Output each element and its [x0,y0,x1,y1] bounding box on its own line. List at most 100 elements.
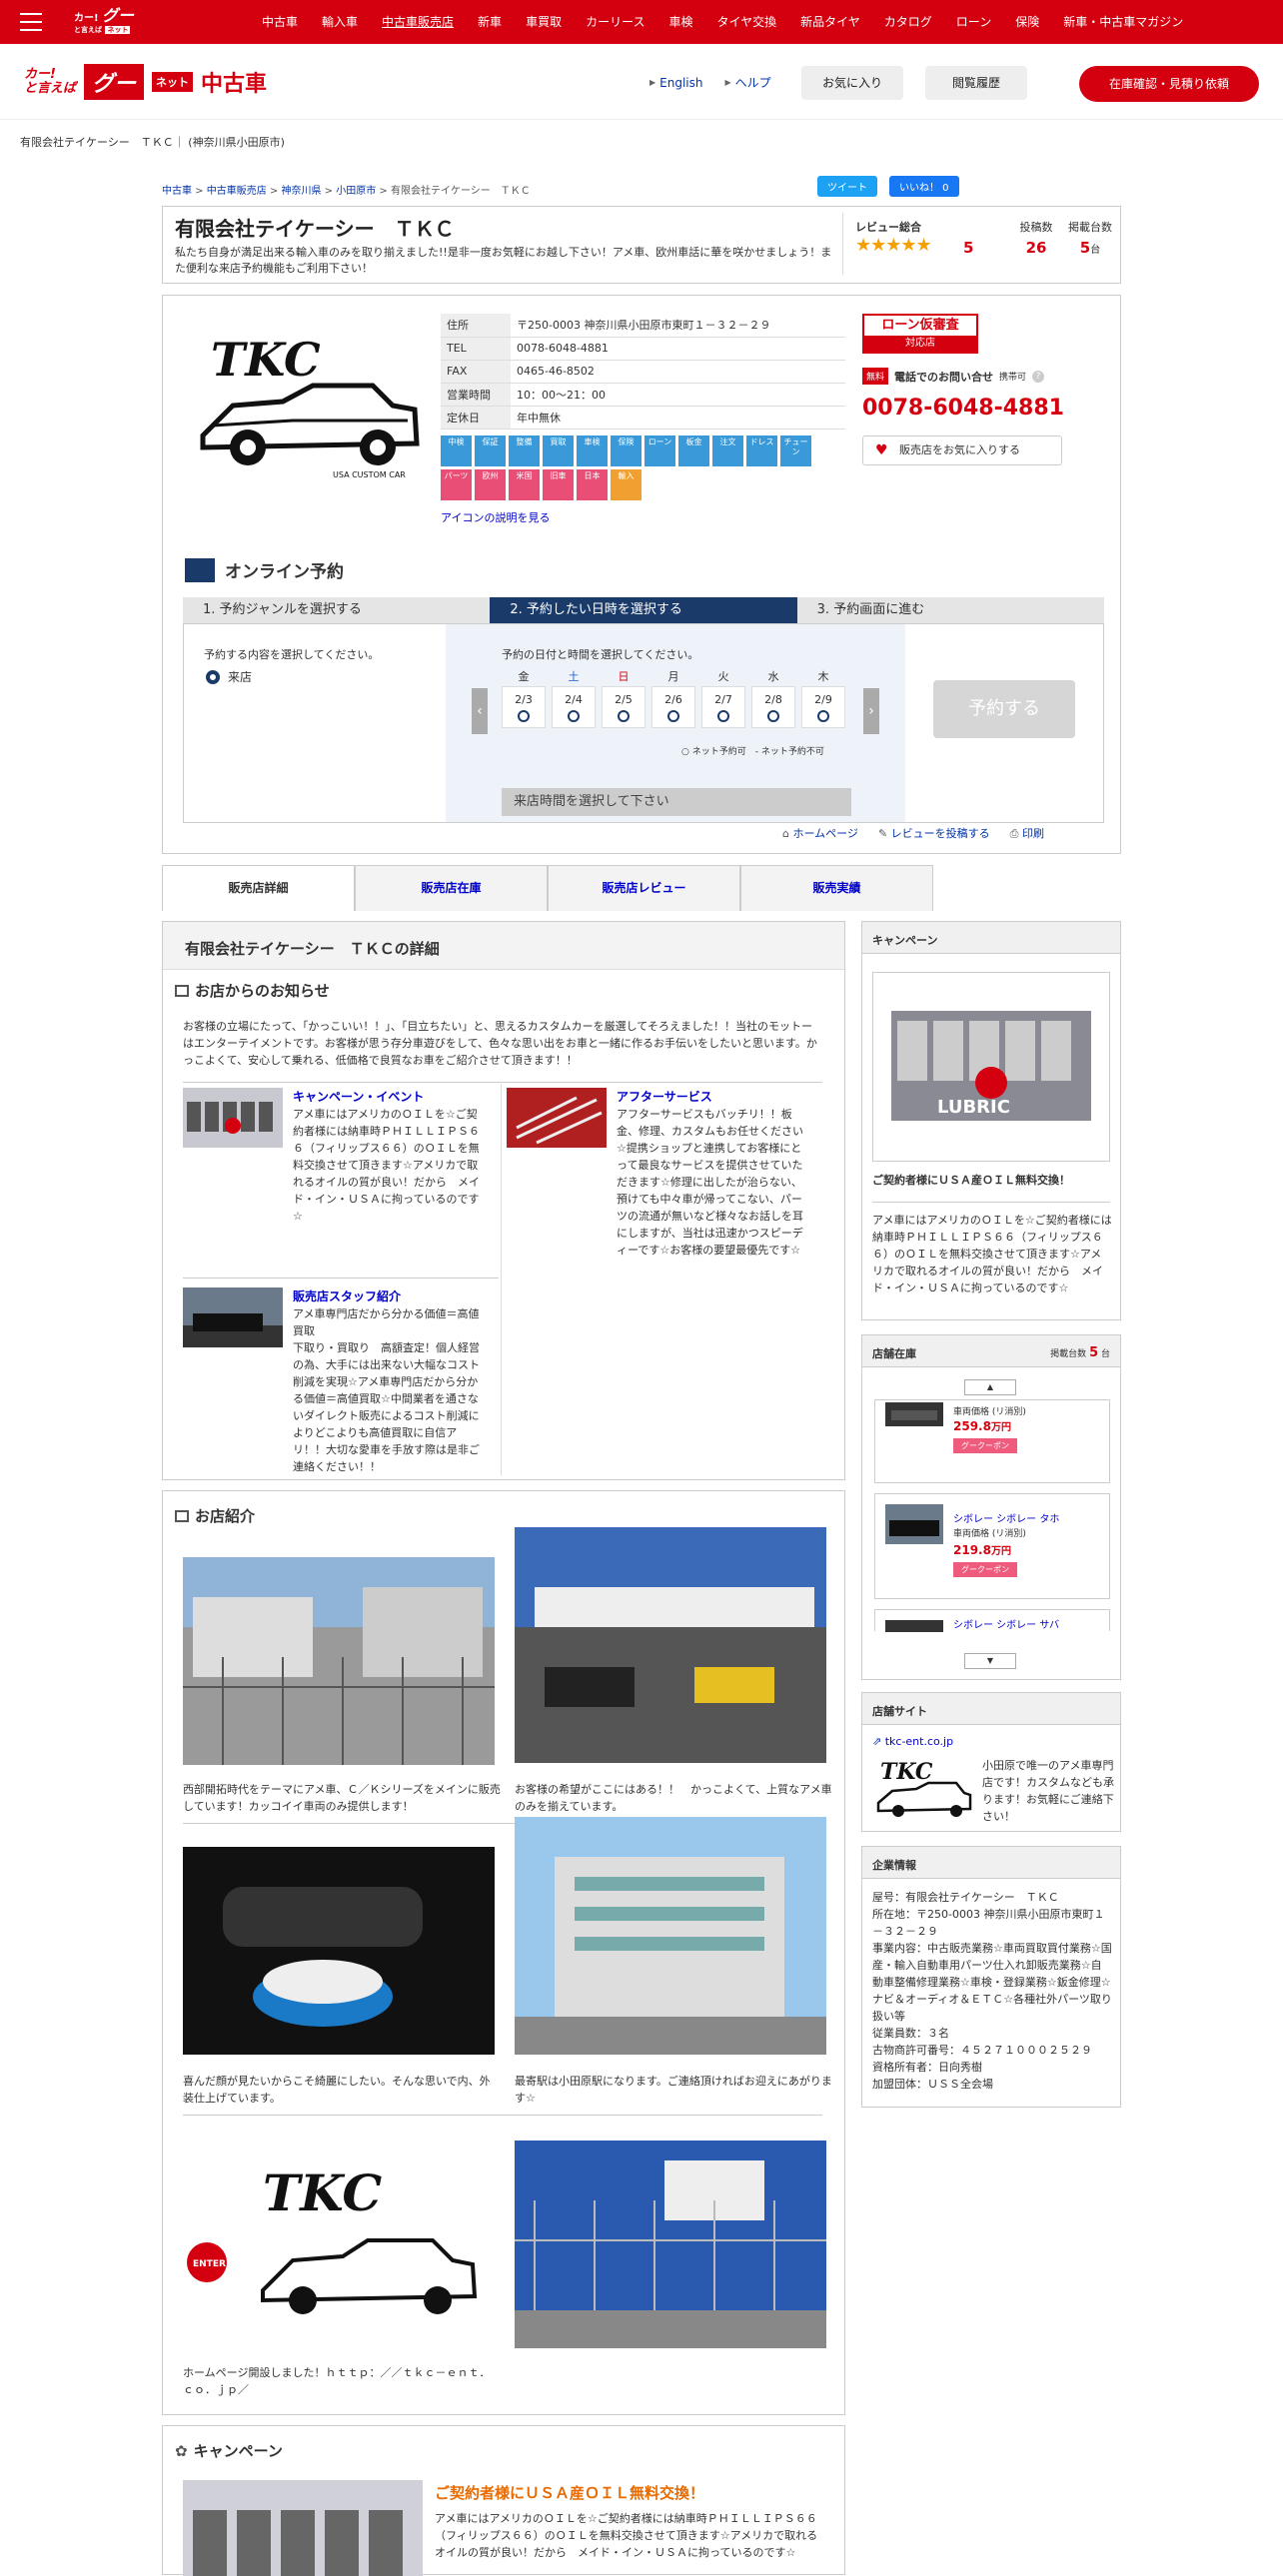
info-row: 定休日 年中無休 [441,406,845,429]
review-link-wrap: ✎ レビューを投稿する [878,825,990,841]
tab-stock[interactable]: 販売店在庫 [355,865,548,911]
news-after-service-link[interactable]: アフターサービス [617,1090,712,1104]
nav-catalog[interactable]: カタログ [872,0,944,44]
tab-review-link[interactable]: 販売店レビュー [602,881,685,895]
help-link[interactable]: ヘルプ [735,74,771,91]
homepage-link[interactable]: ホームページ [792,827,857,840]
like-button[interactable]: いいね！ 0 [889,176,959,197]
stock-car-price-label: 車両価格 (リ消別) [953,1529,1026,1539]
nav-import[interactable]: 輸入車 [310,0,370,44]
genre-prompt: 予約する内容を選択してください。 [204,648,380,661]
date-column-item: 金 2/3 [502,668,546,728]
stock-inquiry-button[interactable]: 在庫確認・見積り依頼 [1079,66,1259,102]
menu-icon[interactable] [20,13,42,31]
tab-stock-link[interactable]: 販売店在庫 [421,881,481,895]
news-staff-thumb[interactable] [183,1288,283,1347]
icon-explain-link[interactable]: アイコンの説明を見る [441,509,550,525]
stock-car-price: 219.8万円 [953,1542,1011,1557]
side-site-logo[interactable]: TKC [872,1757,972,1819]
side-campaign-photo[interactable]: LUBRIC [891,1011,1091,1121]
nav-insurance[interactable]: 保険 [1003,0,1051,44]
breadcrumb-dealer[interactable]: 中古車販売店 [207,186,267,197]
coupon-badge[interactable]: グークーポン [953,1438,1017,1453]
nav-tire-change[interactable]: タイヤ交換 [705,0,789,44]
time-select[interactable]: 来店時間を選択して下さい [502,788,851,816]
step-2: 2. 予約したい日時を選択する [490,597,797,623]
scroll-up-button[interactable]: ▲ [964,1379,1016,1395]
date-cell[interactable]: 2/4 [552,686,596,728]
news-staff-link[interactable]: 販売店スタッフ紹介 [293,1289,401,1303]
stock-car[interactable]: シボレー シボレー サバ [874,1609,1110,1632]
intro-photo-5[interactable]: TKC ENTER [183,2141,495,2348]
campaign-headline: ご契約者様にＵＳＡ産ＯＩＬ無料交換！ [435,2484,705,2502]
favorites-button[interactable]: お気に入り [801,66,903,100]
date-cell[interactable]: 2/6 [651,686,695,728]
top-logo[interactable]: カー! グー と言えば ネット [74,8,156,34]
intro-photo-1[interactable] [183,1557,495,1765]
nav-loan[interactable]: ローン [944,0,1003,44]
loan-badge: ローン仮審査 対応店 [862,314,978,354]
header-links: ▶ English ▶ ヘルプ [649,74,771,91]
date-cell[interactable]: 2/5 [602,686,645,728]
tab-sales-link[interactable]: 販売実績 [812,881,860,895]
scroll-down-button[interactable]: ▼ [964,1653,1016,1669]
stock-value[interactable]: 5台 [1065,239,1115,257]
stock-car-name: シボレー シボレー タホ [953,1510,1059,1525]
next-week-button[interactable]: › [863,688,879,734]
campaign-photo[interactable] [183,2480,423,2576]
enter-label: ENTER [193,2259,226,2269]
nav-new-car[interactable]: 新車 [466,0,514,44]
breadcrumb-prefecture[interactable]: 神奈川県 [282,186,322,197]
side-corp-title: 企業情報 [862,1847,1120,1879]
nav-magazine[interactable]: 新車・中古車マガジン [1051,0,1195,44]
nav-lease[interactable]: カーリース [574,0,656,44]
stock-car[interactable]: シボレー シボレー タホ 車両価格 (リ消別) 219.8万円 グークーポン [874,1493,1110,1599]
side-campaign-text: アメ車にはアメリカのＯＩＬを☆ご契約者様には納車時ＰＨＩＬＬＩＰＳ６６（フィリッ… [872,1214,1112,1294]
genre-radio-visit[interactable]: 来店 [206,668,252,685]
service-icon: 車検 [577,435,608,466]
side-site-url[interactable]: tkc-ent.co.jp [885,1735,953,1748]
intro-photo-3[interactable] [183,1847,495,2055]
date-cell[interactable]: 2/8 [751,686,795,728]
print-link[interactable]: 印刷 [1022,827,1044,840]
info-key: 営業時間 [441,383,511,407]
nav-dealer[interactable]: 中古車販売店 [370,0,466,44]
date-cell[interactable]: 2/9 [801,686,845,728]
news-after-service-thumb[interactable] [507,1088,607,1148]
date-cell[interactable]: 2/7 [701,686,745,728]
breadcrumb-city[interactable]: 小田原市 [336,186,376,197]
history-button[interactable]: 閲覧履歴 [925,66,1027,100]
intro-photo-6[interactable] [515,2141,826,2348]
intro-photo-2[interactable] [515,1527,826,1763]
nav-used-car[interactable]: 中古車 [250,0,310,44]
date-cell[interactable]: 2/3 [502,686,546,728]
stock-car-link[interactable]: シボレー シボレー サバ [953,1620,1059,1631]
help-icon[interactable]: ? [1032,370,1045,383]
prev-week-button[interactable]: ‹ [472,688,488,734]
news-campaign-link[interactable]: キャンペーン・イベント [293,1090,424,1104]
nav-new-tire[interactable]: 新品タイヤ [788,0,872,44]
post-review-link[interactable]: レビューを投稿する [891,827,990,840]
heart-icon: ♥ [875,442,888,458]
phone-number[interactable]: 0078-6048-4881 [862,396,1064,421]
weekday-label: 火 [717,670,729,683]
top-logo-net: ネット [105,26,131,34]
tweet-button[interactable]: ツイート [817,176,877,197]
stock-car-link[interactable]: シボレー シボレー タホ [953,1514,1059,1525]
breadcrumb-used-car[interactable]: 中古車 [162,186,192,197]
tab-review[interactable]: 販売店レビュー [548,865,740,911]
intro-photo-4[interactable] [515,1817,826,2055]
news-campaign-thumb[interactable] [183,1088,283,1148]
tab-detail[interactable]: 販売店詳細 [162,865,355,911]
nav-inspection[interactable]: 車検 [656,0,704,44]
reserve-button[interactable]: 予約する [933,680,1075,738]
main-logo[interactable]: カー! と言えば グー ネット 中古車 [24,64,267,100]
stock-car[interactable]: 車両価格 (リ消別) 259.8万円 グークーポン [874,1399,1110,1483]
nav-buy[interactable]: 車買取 [514,0,574,44]
tab-sales[interactable]: 販売実績 [740,865,933,911]
coupon-badge[interactable]: グークーポン [953,1562,1017,1577]
favorite-shop-button[interactable]: ♥ 販売店をお気に入りする [862,435,1062,465]
side-corp: 企業情報 屋号：有限会社テイケーシー ＴＫＣ 所在地：〒250-0003 神奈川… [861,1846,1121,2108]
english-link[interactable]: English [659,76,702,90]
posts-value[interactable]: 26 [1011,239,1061,257]
